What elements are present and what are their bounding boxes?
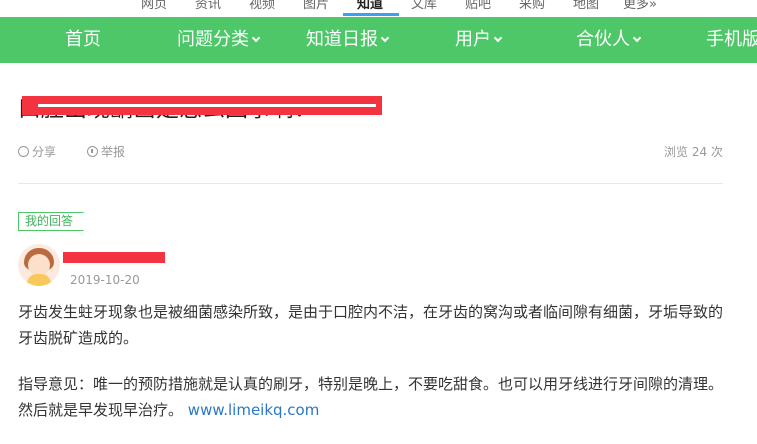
chevron-down-icon	[380, 33, 390, 43]
nav-home-label: 首页	[65, 29, 101, 50]
share-button[interactable]: 分享	[18, 144, 56, 160]
share-label: 分享	[32, 145, 57, 159]
tab-web[interactable]: 网页	[141, 0, 167, 12]
nav-users[interactable]: 用户	[455, 29, 503, 51]
nav-mobile[interactable]: 手机版	[706, 29, 757, 51]
tab-images[interactable]: 图片	[303, 0, 329, 12]
nav-partners[interactable]: 合伙人	[576, 29, 642, 51]
nav-daily[interactable]: 知道日报	[306, 29, 390, 51]
tab-more[interactable]: 更多»	[623, 0, 657, 12]
chevron-down-icon	[632, 33, 642, 43]
chevron-down-icon	[251, 33, 261, 43]
title-redaction-line	[38, 104, 376, 107]
tab-map[interactable]: 地图	[573, 0, 599, 12]
username-redaction	[63, 252, 165, 263]
nav-categories-label: 问题分类	[177, 29, 249, 50]
answer-advice-text: 指导意见：唯一的预防措施就是认真的刷牙，特别是晚上，不要吃甜食。也可以用牙线进行…	[18, 375, 724, 419]
share-icon	[18, 146, 29, 157]
nav-categories[interactable]: 问题分类	[177, 29, 261, 51]
view-count: 浏览 24 次	[664, 145, 723, 159]
tab-video[interactable]: 视频	[249, 0, 275, 12]
main-nav: 首页 问题分类 知道日报 用户 合伙人 手机版	[0, 17, 757, 63]
tab-tieba[interactable]: 贴吧	[465, 0, 491, 12]
avatar[interactable]	[18, 244, 60, 286]
chevron-down-icon	[493, 33, 503, 43]
answer-advice: 指导意见：唯一的预防措施就是认真的刷牙，特别是晚上，不要吃甜食。也可以用牙线进行…	[18, 371, 730, 423]
answer-date: 2019-10-20	[70, 273, 140, 287]
nav-daily-label: 知道日报	[306, 29, 378, 50]
report-label: 举报	[101, 145, 126, 159]
top-search-tabs: 网页 资讯 视频 图片 知道 文库 贴吧 采购 地图 更多»	[0, 0, 757, 17]
nav-mobile-label: 手机版	[706, 29, 757, 50]
nav-users-label: 用户	[455, 29, 491, 50]
nav-partners-label: 合伙人	[576, 29, 630, 50]
report-icon	[87, 146, 98, 157]
active-tab-indicator	[343, 13, 399, 16]
tab-wenku[interactable]: 文库	[411, 0, 437, 12]
my-answer-tag: 我的回答	[18, 212, 85, 231]
tab-purchase[interactable]: 采购	[519, 0, 545, 12]
tab-news[interactable]: 资讯	[195, 0, 221, 12]
report-button[interactable]: 举报	[87, 144, 125, 160]
answer-link[interactable]: www.limeikq.com	[188, 401, 320, 419]
answer-paragraph: 牙齿发生蛀牙现象也是被细菌感染所致，是由于口腔内不洁，在牙齿的窝沟或者临间隙有细…	[18, 303, 724, 347]
nav-home[interactable]: 首页	[65, 29, 101, 51]
tab-zhidao[interactable]: 知道	[357, 0, 383, 12]
divider	[18, 183, 723, 184]
